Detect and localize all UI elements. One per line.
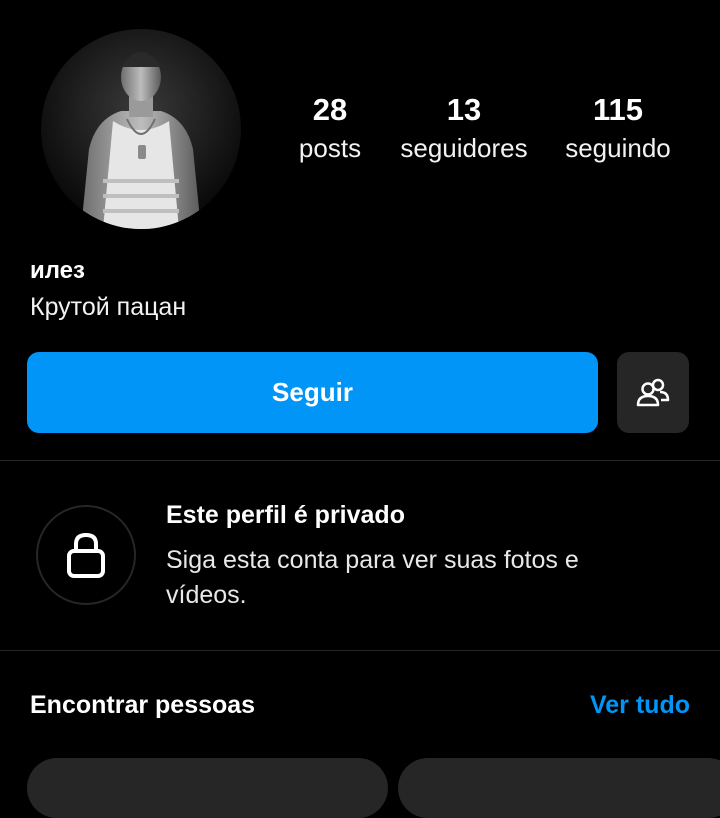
add-people-icon — [636, 378, 670, 406]
suggestion-card[interactable] — [398, 758, 720, 818]
lock-badge — [36, 505, 136, 605]
avatar-photo — [41, 29, 241, 229]
following-count: 115 — [592, 92, 643, 127]
divider — [0, 650, 720, 651]
private-profile-title: Este perfil é privado — [166, 501, 405, 529]
followers-label: seguidores — [400, 133, 528, 163]
follow-button[interactable]: Seguir — [27, 352, 598, 433]
posts-count: 28 — [312, 92, 348, 127]
followers-stat[interactable]: 13 seguidores — [390, 90, 538, 166]
suggestion-card[interactable] — [27, 758, 388, 818]
following-stat[interactable]: 115 seguindo — [556, 90, 680, 166]
find-people-title: Encontrar pessoas — [30, 691, 256, 719]
private-profile-subtitle: Siga esta conta para ver suas fotos e ví… — [166, 546, 579, 609]
suggested-people-button[interactable] — [617, 352, 689, 433]
profile-username: илез — [30, 257, 85, 284]
followers-count: 13 — [446, 92, 482, 127]
profile-bio: Крутой пацан — [30, 293, 187, 321]
posts-label: posts — [298, 133, 362, 163]
profile-avatar[interactable] — [41, 29, 241, 229]
profile-stats: 28 posts 13 seguidores 115 seguindo — [280, 90, 690, 180]
following-label: seguindo — [565, 133, 671, 163]
lock-icon — [67, 532, 105, 578]
divider — [0, 460, 720, 461]
posts-stat[interactable]: 28 posts — [280, 90, 380, 166]
see-all-link[interactable]: Ver tudo — [590, 688, 690, 722]
